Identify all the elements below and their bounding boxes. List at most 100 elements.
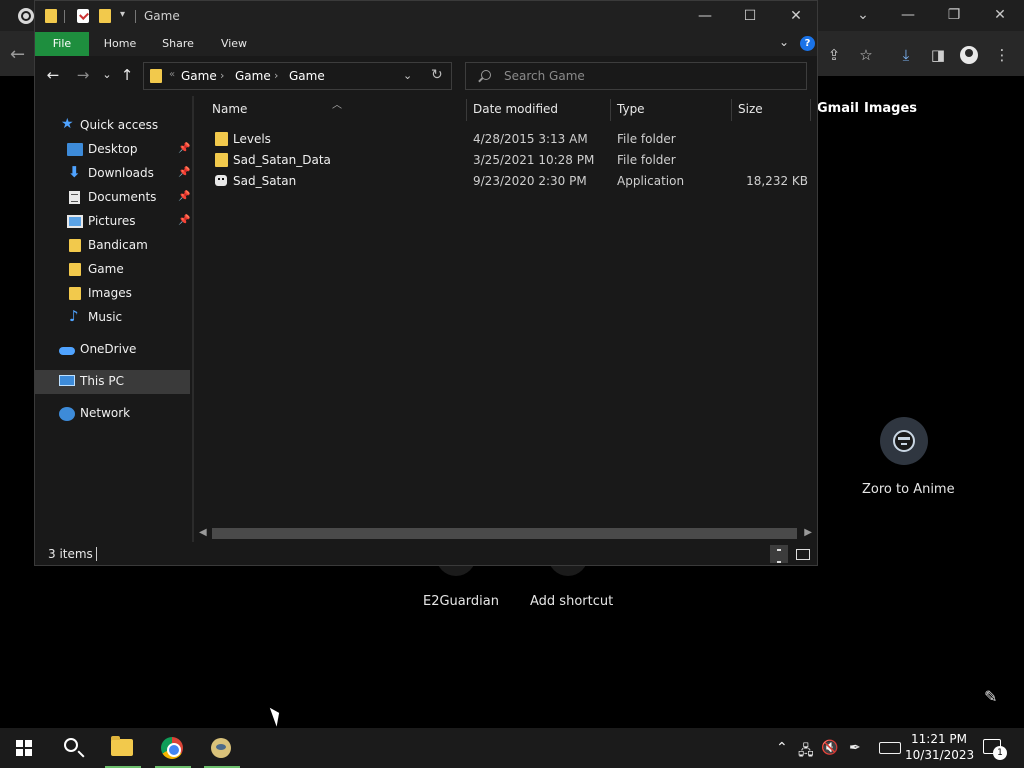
taskbar-chrome[interactable] (149, 728, 197, 768)
volume-muted-icon[interactable]: 🔇 (821, 740, 838, 756)
search-input[interactable] (504, 67, 794, 85)
windows-logo-icon (16, 740, 32, 756)
clock-date[interactable]: 10/31/2023 (905, 748, 974, 762)
tab-share[interactable]: Share (153, 32, 203, 56)
customize-toolbar-chevron-icon[interactable]: ▾ (120, 9, 125, 20)
sidebar-item-music[interactable]: ♪ Music (35, 306, 190, 330)
sidebar-item-pictures[interactable]: Pictures 📌 (35, 210, 190, 234)
tab-search-chevron-icon[interactable]: ⌄ (840, 4, 886, 26)
breadcrumb-item[interactable]: Game (289, 69, 325, 83)
browser-minimize-button[interactable]: — (885, 4, 931, 26)
breadcrumb-chevron-icon[interactable]: › (274, 69, 278, 82)
folder-icon (215, 153, 228, 167)
tab-view[interactable]: View (211, 32, 257, 56)
file-date: 9/23/2020 2:30 PM (473, 174, 587, 188)
column-divider[interactable] (610, 99, 611, 121)
taskbar-file-explorer[interactable] (99, 728, 147, 768)
navigation-pane: ★ Quick access Desktop 📌 ⬇ Downloads 📌 D… (35, 96, 190, 542)
clock-time[interactable]: 11:21 PM (905, 732, 973, 746)
help-icon[interactable]: ? (800, 36, 815, 51)
sidebar-item-label: Pictures (88, 214, 136, 228)
sidebar-item-game[interactable]: Game (35, 258, 190, 282)
side-panel-icon[interactable]: ◨ (927, 44, 949, 66)
sidebar-item-bandicam[interactable]: Bandicam (35, 234, 190, 258)
table-row[interactable]: Sad_Satan_Data 3/25/2021 10:28 PM File f… (208, 150, 808, 171)
pin-icon[interactable]: 📌 (178, 167, 190, 178)
tray-overflow-chevron-icon[interactable]: ⌃ (776, 740, 788, 756)
sidebar-item-label: Music (88, 310, 123, 324)
sidebar-item-images[interactable]: Images (35, 282, 190, 306)
keyboard-icon[interactable] (879, 742, 901, 754)
network-icon[interactable]: 🖧 (798, 740, 814, 764)
breadcrumb-item[interactable]: Game (235, 69, 271, 83)
breadcrumb-item[interactable]: Game (181, 69, 217, 83)
sidebar-item-desktop[interactable]: Desktop 📌 (35, 138, 190, 162)
scroll-left-icon[interactable]: ◀ (199, 527, 207, 538)
column-divider[interactable] (466, 99, 467, 121)
chrome-icon (161, 737, 183, 759)
pen-icon[interactable]: ✒ (849, 740, 861, 756)
expand-ribbon-chevron-icon[interactable]: ⌄ (779, 35, 789, 49)
column-divider[interactable] (810, 99, 811, 121)
pin-icon[interactable]: 📌 (178, 143, 190, 154)
column-header-date[interactable]: Date modified (473, 102, 558, 116)
address-history-chevron-icon[interactable]: ⌄ (403, 69, 412, 82)
breadcrumb-chevron-icon[interactable]: › (220, 69, 224, 82)
browser-menu-icon[interactable]: ⋮ (991, 44, 1013, 66)
sidebar-item-network[interactable]: Network (35, 402, 190, 426)
column-header-name[interactable]: Name (212, 102, 247, 116)
maximize-button[interactable]: ☐ (727, 5, 773, 27)
tab-home[interactable]: Home (95, 32, 145, 56)
back-button[interactable]: ← (43, 65, 63, 85)
up-button[interactable]: ↑ (117, 65, 137, 85)
table-row[interactable]: Levels 4/28/2015 3:13 AM File folder (208, 129, 808, 150)
profile-avatar-icon[interactable] (960, 46, 978, 64)
sidebar-item-quick-access[interactable]: ★ Quick access (35, 114, 190, 138)
details-view-icon[interactable] (770, 545, 788, 563)
sidebar-item-this-pc[interactable]: This PC (35, 370, 190, 394)
browser-back-icon[interactable]: ← (10, 44, 25, 65)
address-bar[interactable]: « Game › Game › Game ⌄ ↻ (143, 62, 452, 90)
recent-locations-chevron-icon[interactable]: ⌄ (97, 65, 117, 85)
tab-file[interactable]: File (35, 32, 89, 56)
breadcrumb-overflow-icon[interactable]: « (169, 69, 175, 80)
taskbar-app[interactable] (198, 728, 246, 768)
images-link[interactable]: Images (864, 101, 917, 116)
column-header-type[interactable]: Type (617, 102, 645, 116)
refresh-icon[interactable]: ↻ (431, 67, 443, 83)
start-button[interactable] (0, 728, 48, 768)
customize-pencil-icon[interactable]: ✎ (984, 687, 997, 706)
browser-close-button[interactable]: ✕ (977, 4, 1023, 26)
pin-icon[interactable]: 📌 (178, 215, 190, 226)
forward-button[interactable]: → (73, 65, 93, 85)
share-icon[interactable]: ⇪ (823, 44, 845, 66)
close-button[interactable]: ✕ (773, 5, 819, 27)
column-divider[interactable] (731, 99, 732, 121)
sidebar-item-downloads[interactable]: ⬇ Downloads 📌 (35, 162, 190, 186)
browser-restore-button[interactable]: ❐ (931, 4, 977, 26)
documents-icon (69, 191, 80, 204)
new-folder-icon[interactable] (99, 9, 111, 23)
scrollbar-thumb[interactable] (212, 528, 797, 539)
sidebar-item-onedrive[interactable]: OneDrive (35, 338, 190, 362)
gmail-link[interactable]: Gmail (817, 101, 859, 116)
minimize-button[interactable]: — (682, 5, 728, 27)
scroll-right-icon[interactable]: ▶ (804, 527, 812, 538)
downloads-icon[interactable]: ⤓ (895, 44, 917, 66)
table-row[interactable]: Sad_Satan 9/23/2020 2:30 PM Application … (208, 171, 808, 192)
sidebar-item-documents[interactable]: Documents 📌 (35, 186, 190, 210)
explorer-titlebar[interactable]: ▾ Game — ☐ ✕ (35, 1, 817, 32)
shortcut-label-zoro[interactable]: Zoro to Anime (862, 482, 955, 497)
horizontal-scrollbar[interactable]: ◀ ▶ (194, 525, 817, 542)
shortcut-label-add[interactable]: Add shortcut (530, 594, 613, 609)
shortcut-label-e2guardian[interactable]: E2Guardian (423, 594, 499, 609)
properties-check-icon[interactable] (77, 9, 89, 23)
pin-icon[interactable]: 📌 (178, 191, 190, 202)
sidebar-item-label: Quick access (80, 118, 159, 132)
desktop-icon (67, 143, 83, 156)
large-icons-view-icon[interactable] (794, 545, 812, 563)
search-box[interactable] (465, 62, 807, 90)
column-header-size[interactable]: Size (738, 102, 763, 116)
bookmark-star-icon[interactable]: ☆ (855, 44, 877, 66)
taskbar-search-button[interactable] (50, 728, 98, 768)
